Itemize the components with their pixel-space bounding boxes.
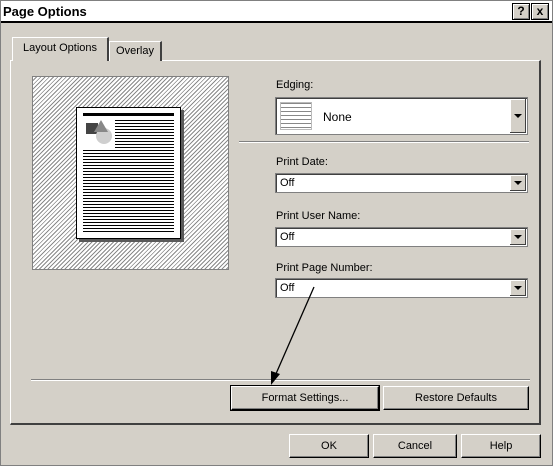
tab-overlay[interactable]: Overlay [109,41,162,61]
print-user-name-label: Print User Name: [276,210,361,222]
print-date-dropdown-button[interactable] [510,175,526,191]
print-page-number-value: Off [280,282,295,294]
tab-label: Overlay [116,45,154,57]
tab-label: Layout Options [23,42,97,54]
format-settings-button[interactable]: Format Settings... [230,385,380,411]
chevron-down-icon [514,180,522,185]
ok-button[interactable]: OK [289,434,369,458]
divider [239,141,529,143]
divider [31,379,530,381]
question-mark-icon: ? [517,4,525,18]
print-page-number-select[interactable]: Off [275,278,528,298]
chevron-down-icon [514,285,522,290]
print-user-name-dropdown-button[interactable] [510,229,526,245]
print-user-name-select[interactable]: Off [275,227,528,247]
print-user-name-value: Off [280,231,295,243]
page-preview [32,76,229,270]
restore-defaults-button[interactable]: Restore Defaults [383,386,529,410]
page-header-bar [83,113,174,116]
print-page-number-dropdown-button[interactable] [510,280,526,296]
title-bar: Page Options ? x [1,1,552,23]
help-button[interactable]: Help [461,434,541,458]
edging-label: Edging: [276,79,314,91]
print-date-value: Off [280,177,295,189]
print-date-select[interactable]: Off [275,173,528,193]
shape-triangle-icon [94,120,108,132]
edging-dropdown-button[interactable] [510,99,526,133]
edging-swatch-icon [280,102,312,130]
edging-value: None [323,110,352,124]
close-title-button[interactable]: x [531,3,549,20]
page-preview-icon [76,107,181,239]
dialog-title: Page Options [3,4,87,19]
tab-layout-options[interactable]: Layout Options [12,37,109,61]
print-date-label: Print Date: [276,156,328,168]
chevron-down-icon [514,113,522,118]
cancel-button[interactable]: Cancel [373,434,457,458]
close-icon: x [536,4,544,18]
chevron-down-icon [514,234,522,239]
help-title-button[interactable]: ? [512,3,530,20]
edging-select[interactable]: None [275,97,528,135]
print-page-number-label: Print Page Number: [276,262,373,274]
page-options-dialog: Page Options ? x Layout Options Overlay … [0,0,553,466]
